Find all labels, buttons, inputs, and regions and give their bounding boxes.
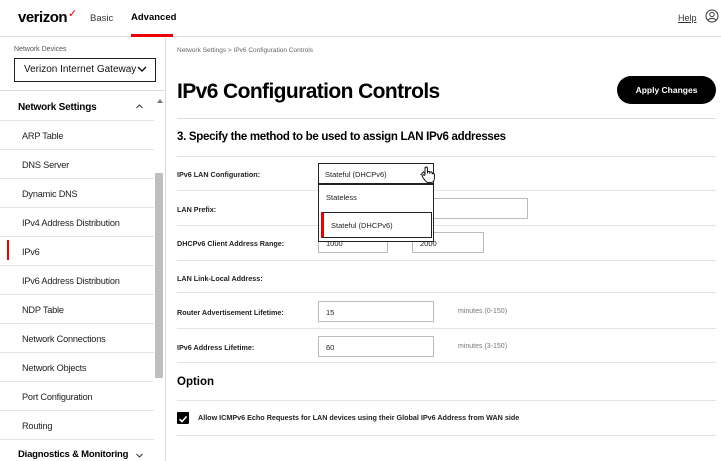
lan-config-select-value: Stateful (DHCPv6) (325, 170, 387, 179)
chevron-down-icon (137, 66, 147, 72)
sidebar: Network Devices Verizon Internet Gateway… (0, 38, 166, 461)
sidebar-item-port-configuration[interactable]: Port Configuration (22, 392, 93, 402)
dropdown-option-stateful[interactable]: Stateful (DHCPv6) (321, 212, 432, 238)
sidebar-scrollbar-thumb[interactable] (155, 173, 163, 378)
sidebar-item-ipv4-address-distribution[interactable]: IPv4 Address Distribution (22, 218, 120, 228)
dhcp-range-label: DHCPv6 Client Address Range: (177, 239, 285, 248)
row-separator (177, 225, 716, 226)
nav-basic-link[interactable]: Basic (90, 13, 113, 24)
row-separator (177, 260, 716, 261)
apply-changes-button[interactable]: Apply Changes (617, 76, 716, 104)
sidebar-item-dns-server[interactable]: DNS Server (22, 160, 69, 170)
lan-config-label: IPv6 LAN Configuration: (177, 170, 261, 179)
dropdown-option-stateless[interactable]: Stateless (319, 185, 433, 213)
sidebar-divider (0, 90, 166, 91)
sidebar-item-ndp-table[interactable]: NDP Table (22, 305, 64, 315)
sidebar-section-network-settings[interactable]: Network Settings (18, 102, 97, 113)
sidebar-item-dynamic-dns[interactable]: Dynamic DNS (22, 189, 78, 199)
device-select[interactable]: Verizon Internet Gateway (14, 58, 156, 82)
help-link[interactable]: Help (678, 13, 697, 23)
sidebar-item-ipv6[interactable]: IPv6 (22, 247, 40, 257)
sidebar-separator (0, 323, 154, 324)
checkmark-icon (178, 415, 188, 423)
router-adv-hint: minutes (0-150) (458, 308, 508, 315)
logo-check-icon: ✓ (68, 8, 77, 20)
row-separator (177, 328, 716, 329)
lan-config-select[interactable]: Stateful (DHCPv6) (318, 163, 434, 184)
router-adv-label: Router Advertisement Lifetime: (177, 308, 284, 317)
addr-lifetime-input[interactable]: 60 (318, 336, 434, 357)
sidebar-item-network-connections[interactable]: Network Connections (22, 334, 106, 344)
page-title: IPv6 Configuration Controls (177, 80, 440, 103)
row-separator (177, 156, 716, 157)
sidebar-separator (0, 294, 154, 295)
row-separator (177, 400, 716, 401)
sidebar-item-ipv6-address-distribution[interactable]: IPv6 Address Distribution (22, 276, 120, 286)
row-separator (177, 190, 716, 191)
device-label: Network Devices (14, 46, 67, 53)
device-select-value: Verizon Internet Gateway (24, 64, 137, 75)
addr-lifetime-label: IPv6 Address Lifetime: (177, 343, 255, 352)
sidebar-separator (0, 265, 154, 266)
router-adv-input[interactable]: 15 (318, 301, 434, 322)
active-item-indicator (7, 240, 9, 260)
row-separator (177, 292, 716, 293)
section-heading: 3. Specify the method to be used to assi… (177, 131, 506, 143)
sidebar-separator (0, 207, 154, 208)
icmp-checkbox[interactable] (177, 412, 189, 424)
icmp-checkbox-label[interactable]: Allow ICMPv6 Echo Requests for LAN devic… (198, 413, 519, 422)
sidebar-item-routing[interactable]: Routing (22, 421, 52, 431)
sidebar-separator (0, 352, 154, 353)
lan-config-dropdown: Stateless Stateful (DHCPv6) (318, 184, 434, 242)
breadcrumb: Network Settings > IPv6 Configuration Co… (177, 47, 314, 54)
lan-prefix-label: LAN Prefix: (177, 205, 217, 214)
addr-lifetime-hint: minutes (3-150) (458, 343, 508, 350)
sidebar-separator (0, 178, 154, 179)
title-divider (177, 118, 716, 119)
sidebar-section-diagnostics[interactable]: Diagnostics & Monitoring (18, 449, 128, 460)
scroll-up-arrow[interactable] (157, 99, 163, 103)
hand-pointer-icon (421, 166, 435, 184)
sidebar-separator (0, 236, 154, 237)
sidebar-separator (0, 439, 154, 440)
active-nav-indicator (131, 34, 173, 37)
sidebar-separator (0, 149, 154, 150)
sidebar-separator (0, 410, 154, 411)
chevron-up-icon[interactable] (135, 102, 144, 111)
row-separator (177, 435, 716, 436)
row-separator (177, 362, 716, 363)
option-heading: Option (177, 376, 215, 388)
sidebar-separator (0, 381, 154, 382)
sidebar-item-network-objects[interactable]: Network Objects (22, 363, 87, 373)
sidebar-separator (0, 120, 154, 121)
sidebar-item-arp-table[interactable]: ARP Table (22, 131, 63, 141)
nav-advanced-link[interactable]: Advanced (131, 12, 176, 23)
chevron-down-icon[interactable] (135, 451, 144, 460)
verizon-logo[interactable]: verizon✓ (18, 8, 77, 26)
user-icon[interactable] (705, 9, 719, 23)
top-bar: verizon✓ Basic Advanced Help (0, 0, 721, 37)
link-local-label: LAN Link-Local Address: (177, 274, 263, 283)
